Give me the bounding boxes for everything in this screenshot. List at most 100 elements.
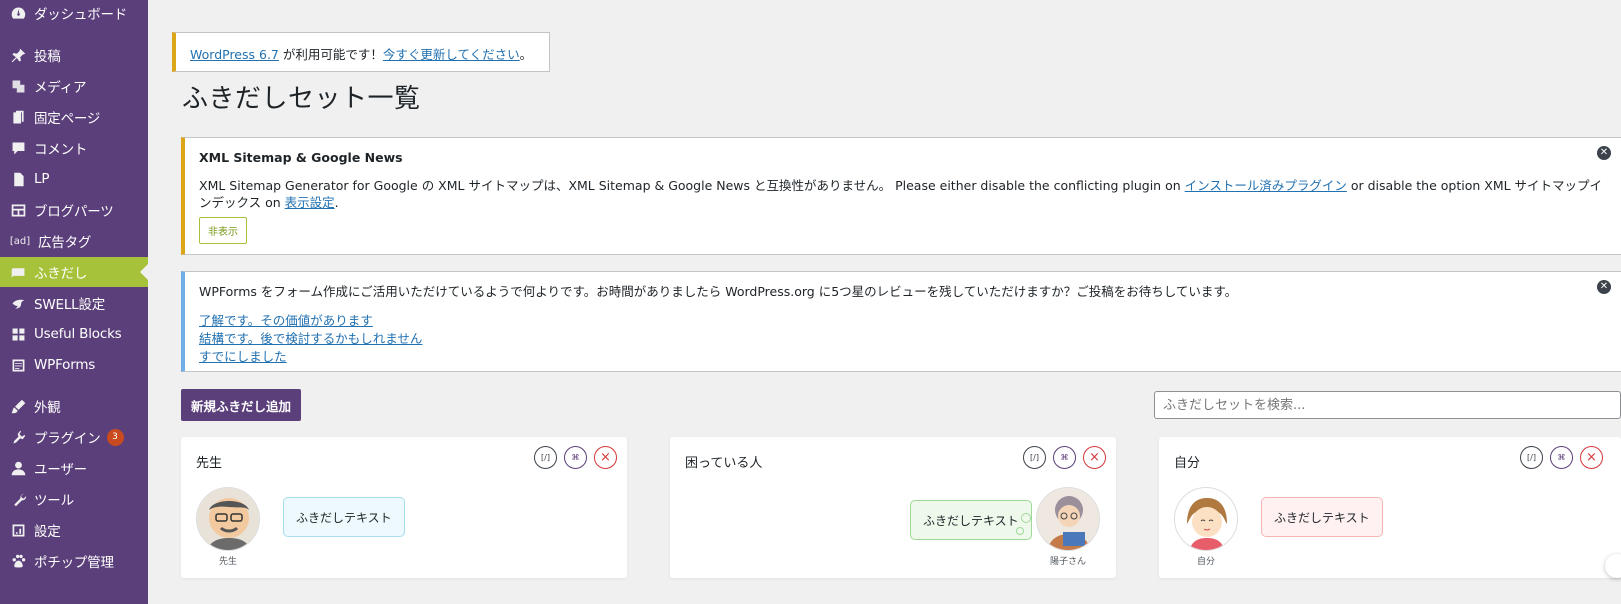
update-text: が利用可能です！ [278,47,383,62]
balloon-set-title: 先生 [196,456,223,471]
bird-icon [8,293,28,313]
pin-icon [8,45,28,65]
menu-posts[interactable]: 投稿 [0,40,148,70]
review-later-link[interactable]: 結構です。後で検討するかもしれません [199,331,422,346]
wordpress-version-link[interactable]: WordPress 6.7 [190,47,279,62]
menu-blog-parts[interactable]: ブログパーツ [0,195,148,225]
update-notice: WordPress 6.7 が利用可能です！今すぐ更新してください。 [172,32,550,72]
menu-pochipp[interactable]: ポチップ管理 [0,546,148,576]
avatar [196,487,260,551]
menu-label: プラグイン [34,431,101,447]
delete-icon[interactable]: × [1580,446,1603,469]
form-icon [8,355,28,375]
notice-text: . [334,195,339,210]
user-icon [8,458,28,478]
menu-label: 投稿 [34,49,61,65]
menu-comments[interactable]: コメント [0,133,148,163]
balloon-card: 自分 [/] ⌘ × 自分 ふきだしテキスト [1159,437,1621,578]
update-count-badge: 3 [106,428,124,446]
balloon-set-title: 困っている人 [685,456,763,471]
dismiss-icon[interactable]: ✕ [1597,280,1611,294]
edit-icon[interactable]: [/] [1023,446,1046,469]
display-settings-link[interactable]: 表示設定 [285,195,335,210]
menu-fukidashi[interactable]: ふきだし [0,257,148,287]
menu-label: 設定 [34,524,61,540]
menu-label: ダッシュボード [34,7,128,23]
menu-label: ユーザー [34,462,87,478]
review-links: 了解です。その価値があります 結構です。後で検討するかもしれません すでにしまし… [199,312,1607,366]
notice-title: XML Sitemap & Google News [199,150,403,165]
menu-label: メディア [34,80,87,96]
ad-icon: [ad] [9,235,31,247]
speech-bubble: ふきだしテキスト [283,497,405,537]
dashboard-icon [8,3,28,23]
avatar-label: 自分 [1196,557,1215,567]
delete-icon[interactable]: × [594,446,617,469]
menu-pages[interactable]: 固定ページ [0,102,148,132]
brush-icon [8,396,28,416]
menu-ad-tags[interactable]: [ad] 広告タグ [0,226,148,256]
paw-icon [8,551,28,571]
edit-icon[interactable]: [/] [534,446,557,469]
add-balloon-button[interactable]: 新規ふきだし追加 [181,389,301,421]
edit-icon[interactable]: [/] [1520,446,1543,469]
duplicate-icon[interactable]: ⌘ [564,446,587,469]
speech-bubble: ふきだしテキスト [1261,497,1383,537]
menu-useful-blocks[interactable]: Useful Blocks [0,319,148,349]
menu-swell-settings[interactable]: SWELL設定 [0,288,148,318]
duplicate-icon[interactable]: ⌘ [1550,446,1573,469]
admin-sidebar: ダッシュボード 投稿 メディア 固定ページ コメント LP ブログパーツ [ad… [0,0,148,604]
wrench-icon [8,489,28,509]
review-done-link[interactable]: すでにしました [199,349,287,364]
dismiss-icon[interactable]: ✕ [1597,146,1611,160]
avatar [1174,487,1238,551]
card-actions: [/] ⌘ × [534,446,617,469]
balloon-card: 先生 [/] ⌘ × 先生 ふきだしテキスト [181,437,627,578]
menu-plugins[interactable]: プラグイン 3 [0,422,148,452]
menu-label: ポチップ管理 [34,555,114,571]
menu-appearance[interactable]: 外観 [0,391,148,421]
notice-body: XML Sitemap Generator for Google の XML サ… [199,177,1607,211]
menu-label: Useful Blocks [34,326,122,342]
menu-dashboard[interactable]: ダッシュボード [0,0,148,28]
balloon-set-title: 自分 [1174,456,1201,471]
comment-icon [8,138,28,158]
balloon-search-input[interactable] [1154,391,1621,419]
speech-bubble: ふきだしテキスト [910,500,1032,540]
thought-dot [1016,527,1024,535]
menu-users[interactable]: ユーザー [0,453,148,483]
menu-tools[interactable]: ツール [0,484,148,514]
menu-label: ツール [34,493,74,509]
hide-button[interactable]: 非表示 [199,217,247,244]
thought-dot [1021,513,1031,523]
update-end: 。 [519,47,533,62]
notice-body: WPForms をフォーム作成にご活用いただけているようで何よりです。お時間があ… [199,284,1238,299]
xml-sitemap-notice: XML Sitemap & Google News XML Sitemap Ge… [181,137,1621,255]
menu-label: ブログパーツ [34,204,114,220]
avatar-label: 陽子さん [1049,557,1086,567]
balloon-card: 困っている人 [/] ⌘ × ふきだしテキスト 陽子さん [670,437,1116,578]
review-yes-link[interactable]: 了解です。その価値があります [199,313,373,328]
page-icon [8,107,28,127]
notice-text: XML Sitemap Generator for Google の XML サ… [199,178,1185,193]
page-title: ふきだしセット一覧 [182,84,421,114]
update-now-link[interactable]: 今すぐ更新してください [383,47,520,62]
plugin-icon [8,427,28,447]
menu-label: 広告タグ [38,235,92,251]
menu-label: WPForms [34,357,96,373]
menu-lp[interactable]: LP [0,164,148,194]
delete-icon[interactable]: × [1083,446,1106,469]
installed-plugins-link[interactable]: インストール済みプラグイン [1185,178,1347,193]
menu-settings[interactable]: 設定 [0,515,148,545]
menu-wpforms[interactable]: WPForms [0,350,148,380]
layout-icon [8,200,28,220]
menu-label: SWELL設定 [34,297,106,313]
document-icon [8,169,28,189]
menu-media[interactable]: メディア [0,71,148,101]
avatar [1036,487,1100,551]
settings-icon [8,520,28,540]
menu-label: 固定ページ [34,111,101,127]
card-actions: [/] ⌘ × [1520,446,1603,469]
media-icon [8,76,28,96]
duplicate-icon[interactable]: ⌘ [1053,446,1076,469]
